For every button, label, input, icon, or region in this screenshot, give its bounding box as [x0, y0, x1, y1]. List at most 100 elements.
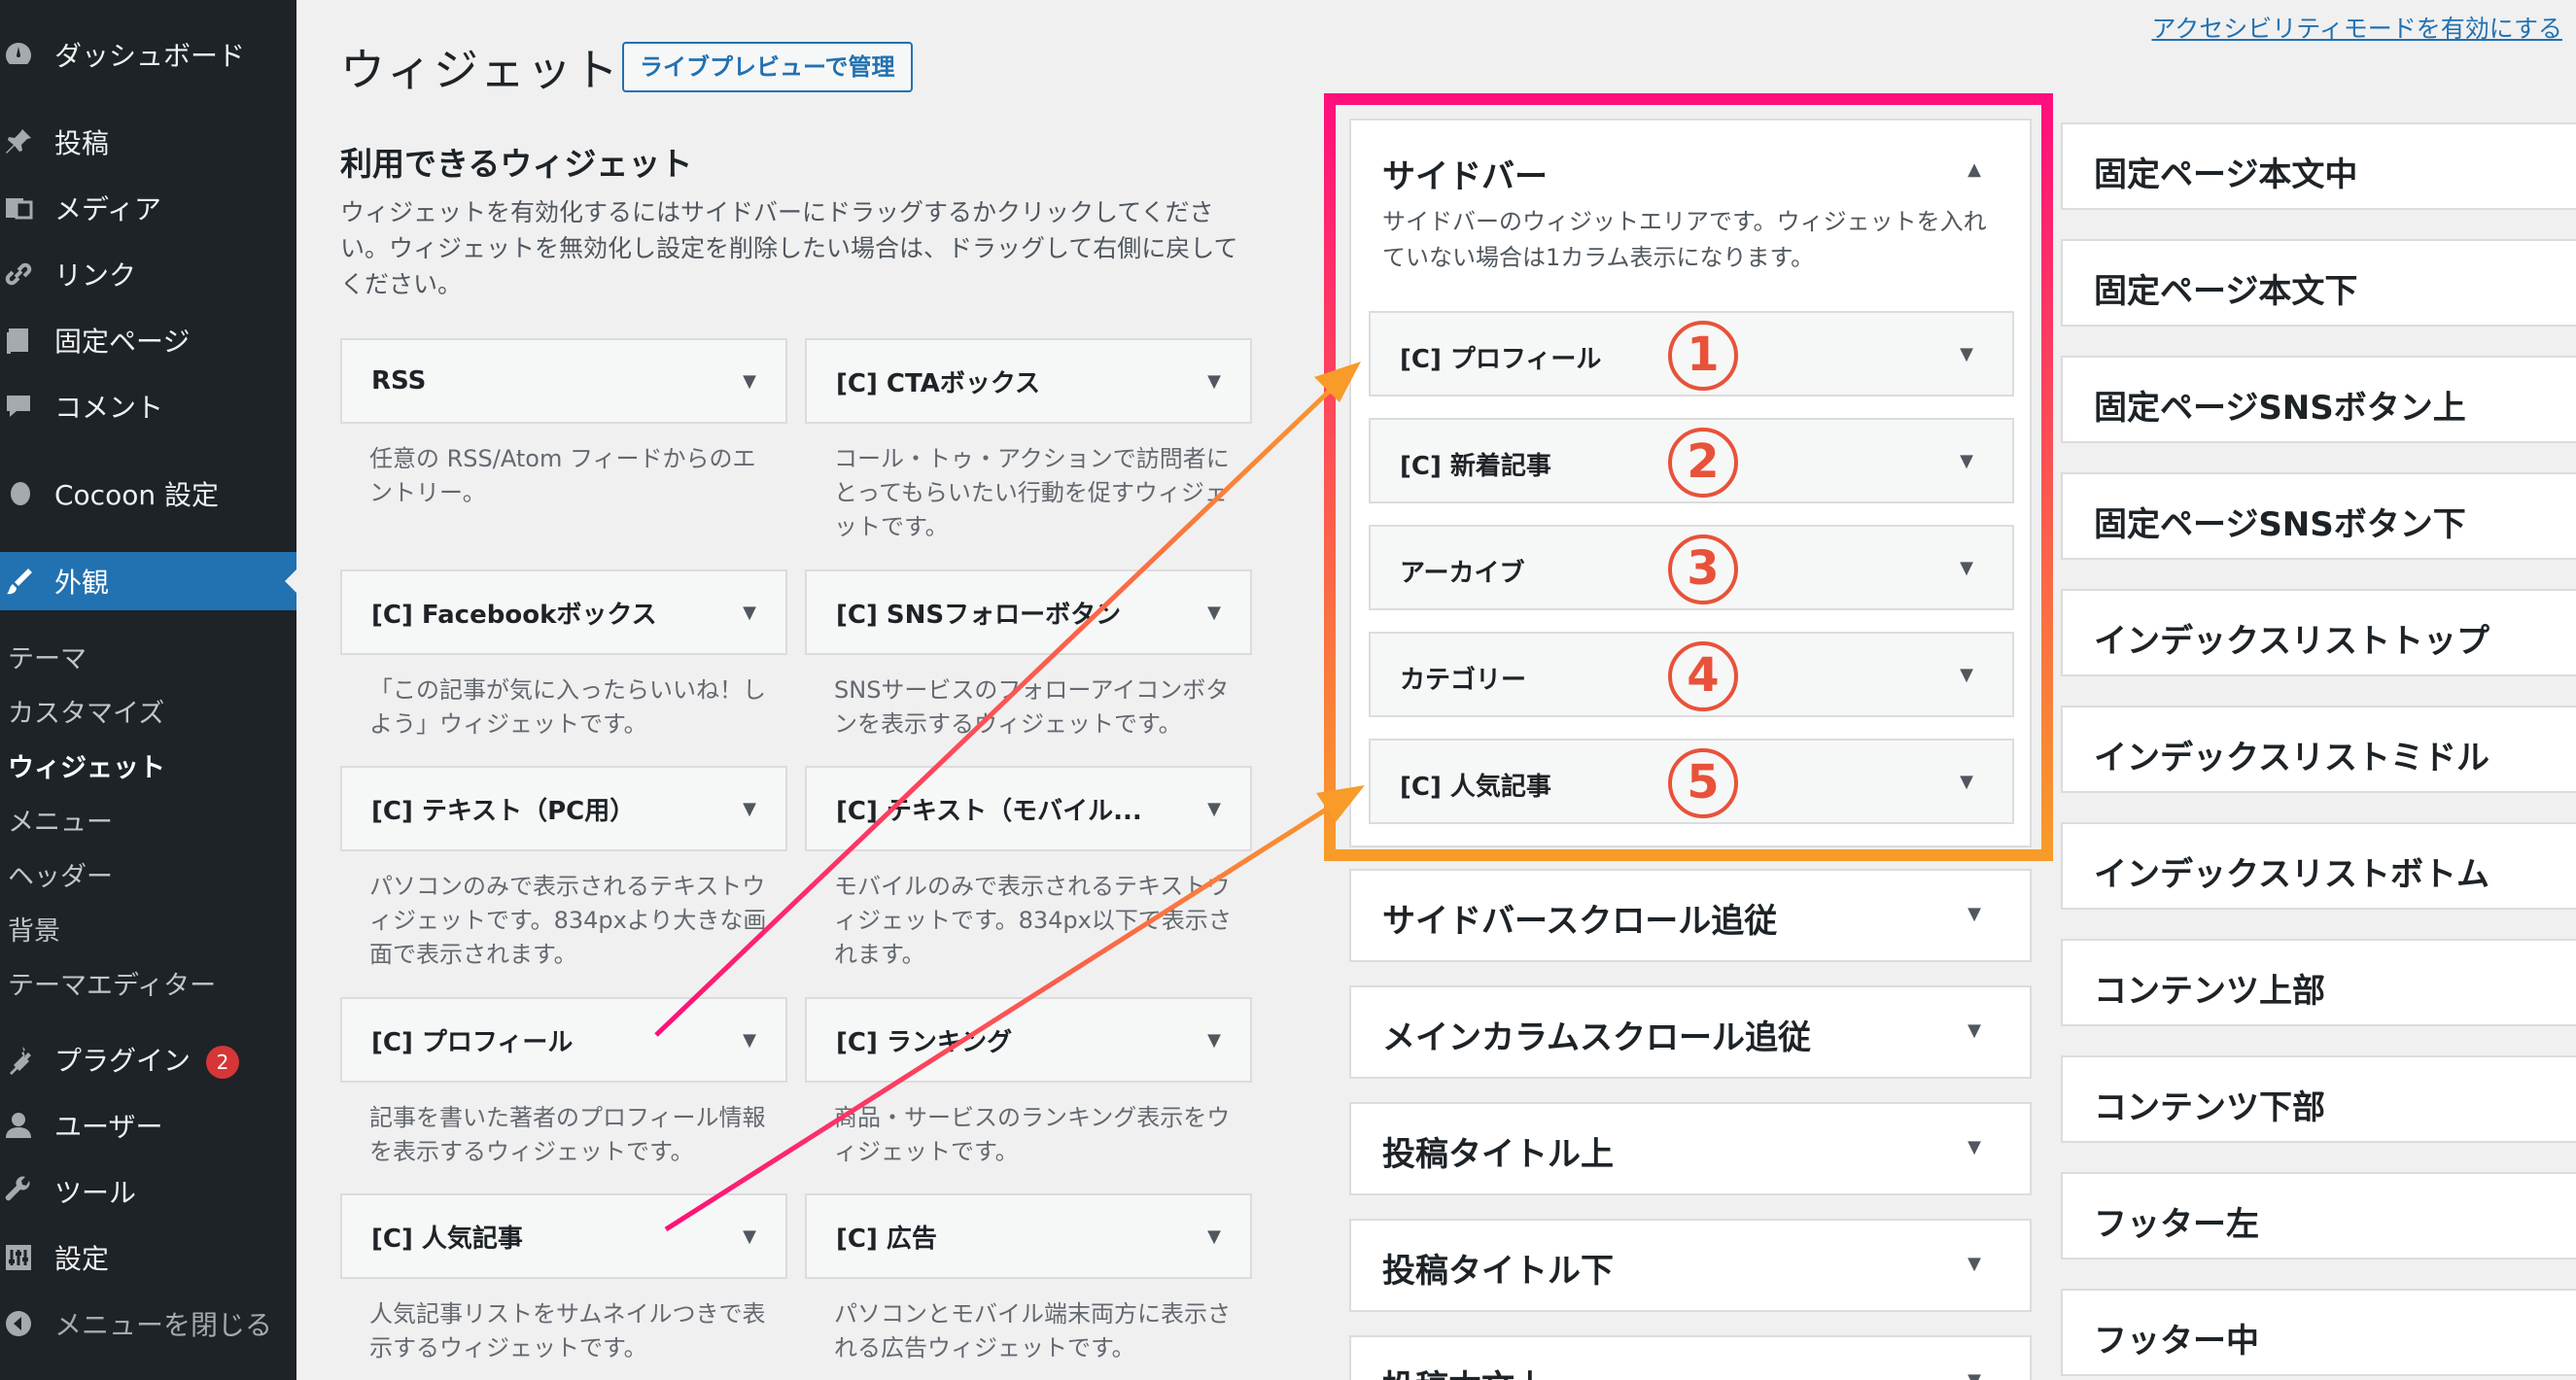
sidebar-widget-new-posts[interactable]: [C] 新着記事 2 ▼: [1369, 418, 2014, 503]
widget-area-post-body-top[interactable]: 投稿本文上 ▼: [1349, 1335, 2032, 1380]
widget-area-post-title-top[interactable]: 投稿タイトル上 ▼: [1349, 1102, 2032, 1195]
triangle-down-icon[interactable]: ▼: [1960, 344, 1973, 364]
sidebar-item-label: ツール: [54, 1177, 137, 1209]
sidebar-widget-profile[interactable]: [C] プロフィール 1 ▼: [1369, 311, 2014, 397]
triangle-down-icon[interactable]: ▼: [1207, 799, 1221, 819]
widget-sns-follow[interactable]: [C] SNSフォローボタン ▼: [805, 569, 1252, 655]
triangle-down-icon[interactable]: ▼: [1960, 772, 1973, 792]
submenu-item-customize[interactable]: カスタマイズ: [8, 692, 164, 730]
widget-area-title[interactable]: サイドバー: [1382, 150, 1548, 197]
number-badge: 3: [1668, 535, 1738, 604]
widget-ranking[interactable]: [C] ランキング ▼: [805, 997, 1252, 1083]
triangle-down-icon[interactable]: ▼: [1207, 1030, 1221, 1051]
widget-area-post-title-bottom[interactable]: 投稿タイトル下 ▼: [1349, 1219, 2032, 1312]
triangle-down-icon[interactable]: ▼: [1207, 1226, 1221, 1247]
widget-area-footer-center[interactable]: フッター中: [2061, 1289, 2576, 1376]
widget-area-sidebar-scroll[interactable]: サイドバースクロール追従 ▼: [1349, 869, 2032, 962]
update-count-badge: 2: [206, 1046, 240, 1079]
widget-facebook-box[interactable]: [C] Facebookボックス ▼: [340, 569, 787, 655]
widget-popular-posts[interactable]: [C] 人気記事 ▼: [340, 1193, 787, 1279]
available-widgets-description: ウィジェットを有効化するにはサイドバーにドラッグするかクリックしてください。ウィ…: [340, 198, 1238, 298]
widget-title: [C] SNSフォローボタン: [836, 600, 1122, 630]
sidebar-widget-categories[interactable]: カテゴリー 4 ▼: [1369, 632, 2014, 717]
widget-area-content-top[interactable]: コンテンツ上部: [2061, 939, 2576, 1026]
sidebar-item-dashboard[interactable]: ダッシュボード: [0, 25, 296, 84]
number-badge: 4: [1668, 641, 1738, 711]
widget-area-title: インデックスリストボトム: [2094, 855, 2489, 894]
sidebar-item-settings[interactable]: 設定: [0, 1228, 296, 1287]
submenu-item-menus[interactable]: メニュー: [8, 801, 113, 839]
sidebar-item-label: メディア: [54, 193, 162, 225]
widget-area-index-bottom[interactable]: インデックスリストボトム: [2061, 822, 2576, 910]
sidebar-item-media[interactable]: メディア: [0, 179, 296, 237]
widget-title: [C] CTAボックス: [836, 368, 1041, 398]
sidebar-item-label: 設定: [54, 1243, 110, 1275]
sidebar-item-posts[interactable]: 投稿: [0, 113, 296, 171]
triangle-down-icon[interactable]: ▼: [1967, 1137, 1981, 1157]
triangle-down-icon[interactable]: ▼: [1207, 371, 1221, 392]
widget-title: RSS: [371, 366, 427, 396]
number-badge: 5: [1668, 748, 1738, 818]
sidebar-item-links[interactable]: リンク: [0, 245, 296, 303]
widget-title: [C] テキスト（PC用）: [371, 796, 636, 826]
widget-ad[interactable]: [C] 広告 ▼: [805, 1193, 1252, 1279]
submenu-item-theme-editor[interactable]: テーマエディター: [8, 964, 216, 1002]
sidebar-item-comments[interactable]: コメント: [0, 377, 296, 435]
widget-area-page-sns-bottom[interactable]: 固定ページSNSボタン下: [2061, 472, 2576, 560]
widget-area-index-top[interactable]: インデックスリストトップ: [2061, 589, 2576, 676]
collapse-menu-button[interactable]: メニューを閉じる: [0, 1294, 296, 1353]
widget-title: [C] Facebookボックス: [371, 600, 657, 630]
triangle-down-icon[interactable]: ▼: [1960, 558, 1973, 578]
triangle-up-icon[interactable]: ▲: [1967, 159, 1981, 180]
live-preview-button[interactable]: ライブプレビューで管理: [622, 42, 913, 92]
triangle-down-icon[interactable]: ▼: [1967, 904, 1981, 924]
plugin-icon: [2, 1043, 35, 1076]
widget-area-title: フッター中: [2094, 1322, 2259, 1361]
widget-cta-box[interactable]: [C] CTAボックス ▼: [805, 338, 1252, 424]
widget-title: [C] 広告: [836, 1224, 937, 1254]
triangle-down-icon[interactable]: ▼: [743, 799, 756, 819]
widget-area-title: 投稿タイトル上: [1382, 1135, 1614, 1174]
widget-area-page-sns-top[interactable]: 固定ページSNSボタン上: [2061, 356, 2576, 443]
widget-text-pc[interactable]: [C] テキスト（PC用） ▼: [340, 766, 787, 851]
triangle-down-icon[interactable]: ▼: [743, 603, 756, 623]
sidebar-item-plugins[interactable]: プラグイン 2: [0, 1030, 296, 1088]
triangle-down-icon[interactable]: ▼: [1967, 1254, 1981, 1274]
sidebar-item-cocoon[interactable]: Cocoon 設定: [0, 465, 296, 523]
widget-description: コール・トゥ・アクションで訪問者にとってもらいたい行動を促すウィジェットです。: [834, 445, 1230, 540]
widget-description: 記事を書いた著者のプロフィール情報を表示するウィジェットです。: [369, 1104, 766, 1165]
accessibility-mode-link[interactable]: アクセシビリティモードを有効にする: [2151, 10, 2562, 45]
sidebar-item-tools[interactable]: ツール: [0, 1162, 296, 1221]
widget-area-page-body-bottom[interactable]: 固定ページ本文下: [2061, 239, 2576, 327]
widget-profile[interactable]: [C] プロフィール ▼: [340, 997, 787, 1083]
triangle-down-icon[interactable]: ▼: [1960, 451, 1973, 471]
submenu-item-header[interactable]: ヘッダー: [8, 855, 113, 893]
widget-area-main-scroll[interactable]: メインカラムスクロール追従 ▼: [1349, 985, 2032, 1079]
widget-title: [C] 人気記事: [1400, 773, 1551, 802]
submenu-item-background[interactable]: 背景: [8, 910, 60, 948]
widget-rss[interactable]: RSS ▼: [340, 338, 787, 424]
triangle-down-icon[interactable]: ▼: [1207, 603, 1221, 623]
triangle-down-icon[interactable]: ▼: [1967, 1370, 1981, 1380]
sidebar-item-appearance[interactable]: 外観: [0, 552, 296, 610]
sidebar-item-label: メニューを閉じる: [54, 1309, 273, 1341]
triangle-down-icon[interactable]: ▼: [1960, 665, 1973, 685]
sidebar-item-label: ダッシュボード: [54, 40, 246, 72]
triangle-down-icon[interactable]: ▼: [743, 1226, 756, 1247]
triangle-down-icon[interactable]: ▼: [743, 371, 756, 392]
widget-area-footer-left[interactable]: フッター左: [2061, 1172, 2576, 1259]
sidebar-widget-popular-posts[interactable]: [C] 人気記事 5 ▼: [1369, 739, 2014, 824]
triangle-down-icon[interactable]: ▼: [743, 1030, 756, 1051]
widget-area-index-middle[interactable]: インデックスリストミドル: [2061, 706, 2576, 793]
triangle-down-icon[interactable]: ▼: [1967, 1020, 1981, 1041]
widget-area-content-bottom[interactable]: コンテンツ下部: [2061, 1055, 2576, 1143]
sidebar-widget-archives[interactable]: アーカイブ 3 ▼: [1369, 525, 2014, 610]
widget-area-title: 固定ページSNSボタン上: [2094, 389, 2466, 428]
sidebar-item-pages[interactable]: 固定ページ: [0, 311, 296, 369]
widget-area-page-body-middle[interactable]: 固定ページ本文中: [2061, 122, 2576, 210]
widget-title: [C] 新着記事: [1400, 452, 1551, 481]
widget-text-mobile[interactable]: [C] テキスト（モバイル... ▼: [805, 766, 1252, 851]
sidebar-item-users[interactable]: ユーザー: [0, 1096, 296, 1155]
submenu-item-themes[interactable]: テーマ: [8, 638, 87, 675]
submenu-item-widgets[interactable]: ウィジェット: [8, 746, 165, 784]
